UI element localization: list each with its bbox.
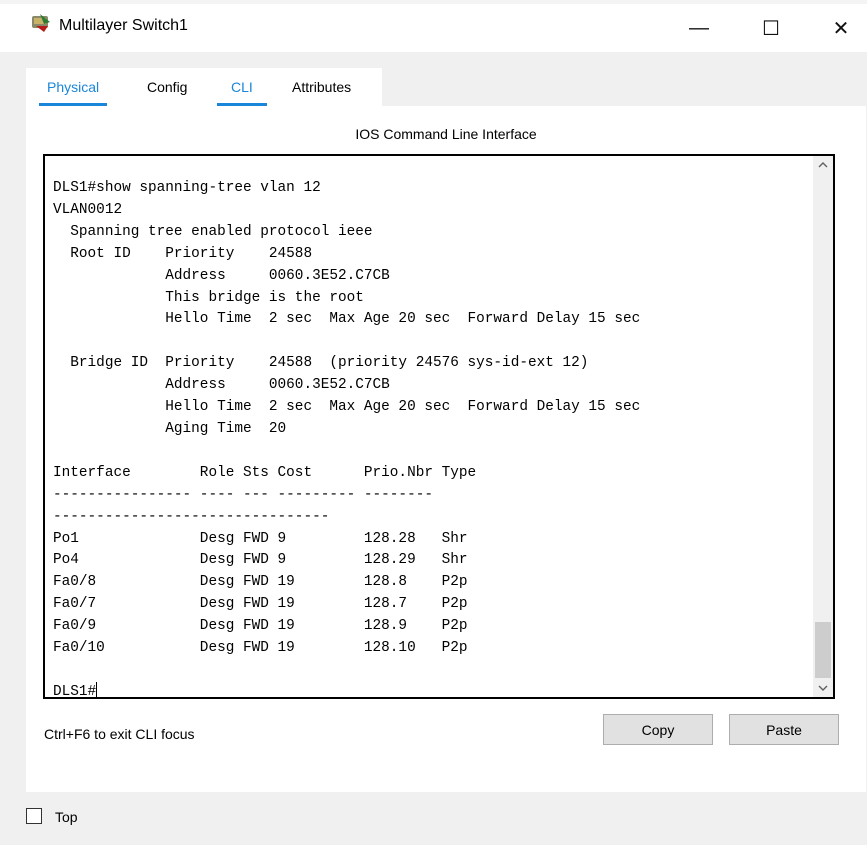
terminal-prompt: DLS1# [53,683,97,699]
tab-physical-label: Physical [47,79,100,95]
panel-title: IOS Command Line Interface [355,126,537,142]
scroll-up-button[interactable] [813,156,833,174]
paste-button[interactable]: Paste [729,714,839,745]
tab-cli[interactable]: CLI [217,79,267,107]
scrollbar-thumb[interactable] [815,622,831,678]
scroll-down-button[interactable] [813,679,833,697]
copy-button[interactable]: Copy [603,714,713,745]
tab-config[interactable]: Config [147,79,187,95]
multilayer-switch-icon [32,14,50,32]
top-checkbox[interactable] [26,808,42,824]
close-button[interactable]: ✕ [818,8,864,48]
tab-attributes-label: Attributes [292,79,352,95]
copy-button-label: Copy [641,721,675,738]
maximize-button[interactable]: ☐ [748,8,794,48]
tab-cli-label: CLI [231,79,253,95]
maximize-icon: ☐ [762,17,780,40]
close-icon: ✕ [832,17,850,40]
tab-attributes[interactable]: Attributes [292,79,351,95]
minimize-button[interactable]: — [676,8,722,48]
top-checkbox-label[interactable]: Top [55,809,78,825]
cli-focus-hint: Ctrl+F6 to exit CLI focus [44,726,195,742]
title-bar: Multilayer Switch1 — ☐ ✕ [0,0,867,52]
vertical-scrollbar[interactable] [813,156,833,697]
paste-button-label: Paste [766,721,802,738]
tab-physical[interactable]: Physical [39,79,108,107]
terminal-output[interactable]: DLS1#show spanning-tree vlan 12 VLAN0012… [53,178,641,699]
window-title: Multilayer Switch1 [59,17,188,34]
cli-terminal[interactable]: DLS1#show spanning-tree vlan 12 VLAN0012… [43,154,835,699]
tab-config-label: Config [147,79,188,95]
title-bar-top-edge [0,0,867,4]
chevron-up-icon [818,162,828,168]
chevron-down-icon [818,685,828,691]
minimize-icon: — [689,16,709,39]
terminal-output-text: DLS1#show spanning-tree vlan 12 VLAN0012… [53,180,641,657]
tab-bar: Physical Config CLI Attributes [26,68,382,107]
text-cursor [96,681,98,697]
cli-panel: IOS Command Line Interface DLS1#show spa… [26,106,866,792]
